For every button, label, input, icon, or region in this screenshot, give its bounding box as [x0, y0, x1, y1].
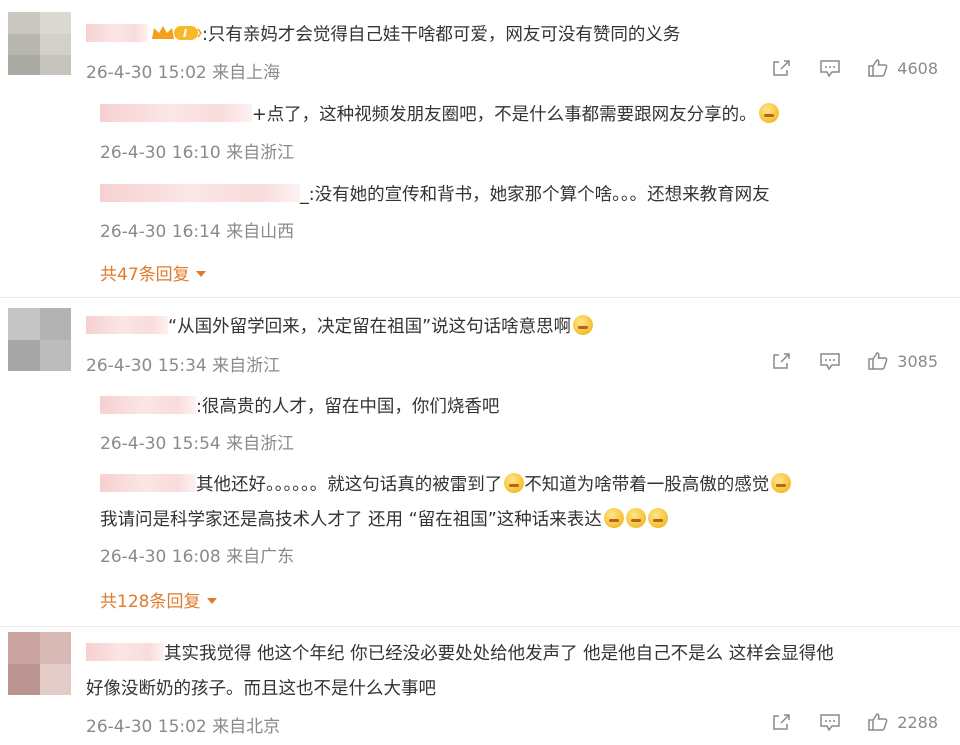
- more-replies-label: 共128条回复: [100, 592, 201, 612]
- comment-meta: 26-4-30 15:02 来自北京: [86, 717, 281, 737]
- reply-body: _:没有她的宣传和背书，她家那个算个啥。。。还想来教育网友: [300, 185, 770, 205]
- like-icon: [868, 352, 888, 370]
- emoji-icon: [771, 473, 792, 493]
- more-replies-link[interactable]: 共128条回复: [100, 587, 218, 612]
- comment-actions: 2288: [745, 712, 938, 732]
- comment-button[interactable]: [819, 58, 841, 78]
- reply-body: :很高贵的人才，留在中国，你们烧香吧: [196, 397, 500, 417]
- like-count: 2288: [897, 712, 938, 732]
- reply-text-line2: 我请问是科学家还是高技术人才了 还用 “留在祖国”这种话来表达: [100, 507, 668, 533]
- reply-meta: 26-4-30 15:54 来自浙江: [100, 434, 295, 454]
- emoji-icon: [647, 508, 668, 528]
- username-blurred[interactable]: [86, 643, 164, 661]
- comment-body: :只有亲妈才会觉得自己娃干啥都可爱，网友可没有赞同的义务: [202, 25, 681, 45]
- emoji-icon: [758, 103, 779, 123]
- divider: [0, 297, 960, 298]
- username-blurred[interactable]: [100, 184, 300, 202]
- like-count: 4608: [897, 58, 938, 78]
- emoji-icon: [504, 473, 525, 493]
- reply-text: _:没有她的宣传和背书，她家那个算个啥。。。还想来教育网友: [100, 182, 770, 208]
- emoji-icon: [603, 508, 624, 528]
- share-button[interactable]: [771, 58, 793, 78]
- like-icon: [868, 59, 888, 77]
- caret-down-icon: [206, 598, 217, 604]
- username-blurred[interactable]: [100, 474, 196, 492]
- comment-button[interactable]: [819, 712, 841, 732]
- username-blurred[interactable]: [100, 104, 252, 122]
- comment-icon: [820, 714, 841, 732]
- comment-text: “从国外留学回来，决定留在祖国”说这句话啥意思啊: [86, 314, 594, 340]
- emoji-icon: [625, 508, 646, 528]
- like-icon: [868, 713, 888, 731]
- share-icon: [773, 60, 791, 76]
- more-replies-link[interactable]: 共47条回复: [100, 260, 207, 285]
- share-button[interactable]: [771, 351, 793, 371]
- comment-meta: 26-4-30 15:34 来自浙江: [86, 356, 281, 376]
- comment-icon: [820, 60, 841, 78]
- more-replies-label: 共47条回复: [100, 265, 190, 285]
- share-button[interactable]: [771, 712, 793, 732]
- comment-item: 其实我觉得 他这个年纪 你已经没必要处处给他发声了 他是他自己不是么 这样会显得…: [0, 628, 960, 745]
- like-button[interactable]: 4608: [867, 58, 938, 78]
- comment-icon: [820, 353, 841, 371]
- reply-text: :很高贵的人才，留在中国，你们烧香吧: [100, 394, 499, 420]
- reply-meta: 26-4-30 16:14 来自山西: [100, 222, 295, 242]
- like-count: 3085: [897, 351, 938, 371]
- reply-body-continued: 不知道为啥带着一股高傲的感觉: [524, 475, 770, 495]
- comment-body-line2: 好像没断奶的孩子。而且这也不是什么大事吧: [86, 679, 436, 699]
- avatar[interactable]: [8, 12, 71, 75]
- comment-meta: 26-4-30 15:02 来自上海: [86, 63, 281, 83]
- comment-item: I :只有亲妈才会觉得自己娃干啥都可爱，网友可没有赞同的义务 26-4-30 15…: [0, 0, 960, 300]
- like-button[interactable]: 3085: [867, 351, 938, 371]
- reply-text: +点了，这种视频发朋友圈吧，不是什么事都需要跟网友分享的。: [100, 102, 779, 128]
- comment-button[interactable]: [819, 351, 841, 371]
- share-icon: [773, 353, 791, 369]
- avatar[interactable]: [8, 308, 71, 371]
- reply-body-line2: 我请问是科学家还是高技术人才了 还用 “留在祖国”这种话来表达: [100, 510, 602, 530]
- reply-body: +点了，这种视频发朋友圈吧，不是什么事都需要跟网友分享的。: [252, 105, 757, 125]
- reply-text: 其他还好。。。。。。就这句话真的被雷到了 不知道为啥带着一股高傲的感觉: [100, 472, 792, 498]
- comment-text-line2: 好像没断奶的孩子。而且这也不是什么大事吧: [86, 676, 436, 702]
- like-button[interactable]: 2288: [867, 712, 938, 732]
- comment-actions: 4608: [745, 58, 938, 78]
- svg-text:I: I: [183, 27, 187, 40]
- reply-meta: 26-4-30 16:08 来自广东: [100, 547, 295, 567]
- comment-item: “从国外留学回来，决定留在祖国”说这句话啥意思啊 26-4-30 15:34 来…: [0, 300, 960, 625]
- comment-body: “从国外留学回来，决定留在祖国”说这句话啥意思啊: [168, 317, 572, 337]
- caret-down-icon: [196, 271, 207, 277]
- vip-crown-icon: I: [150, 23, 202, 51]
- emoji-icon: [573, 315, 594, 335]
- share-icon: [773, 714, 791, 730]
- reply-meta: 26-4-30 16:10 来自浙江: [100, 143, 295, 163]
- username-blurred[interactable]: [100, 396, 196, 414]
- comment-text: 其实我觉得 他这个年纪 你已经没必要处处给他发声了 他是他自己不是么 这样会显得…: [86, 641, 834, 667]
- username-blurred[interactable]: [86, 316, 168, 334]
- username-blurred[interactable]: [86, 24, 148, 42]
- avatar[interactable]: [8, 632, 71, 695]
- comment-actions: 3085: [745, 351, 938, 371]
- reply-body: 其他还好。。。。。。就这句话真的被雷到了: [196, 475, 503, 495]
- divider: [0, 626, 960, 627]
- comment-text: I :只有亲妈才会觉得自己娃干啥都可爱，网友可没有赞同的义务: [86, 22, 680, 51]
- comment-body: 其实我觉得 他这个年纪 你已经没必要处处给他发声了 他是他自己不是么 这样会显得…: [164, 644, 834, 664]
